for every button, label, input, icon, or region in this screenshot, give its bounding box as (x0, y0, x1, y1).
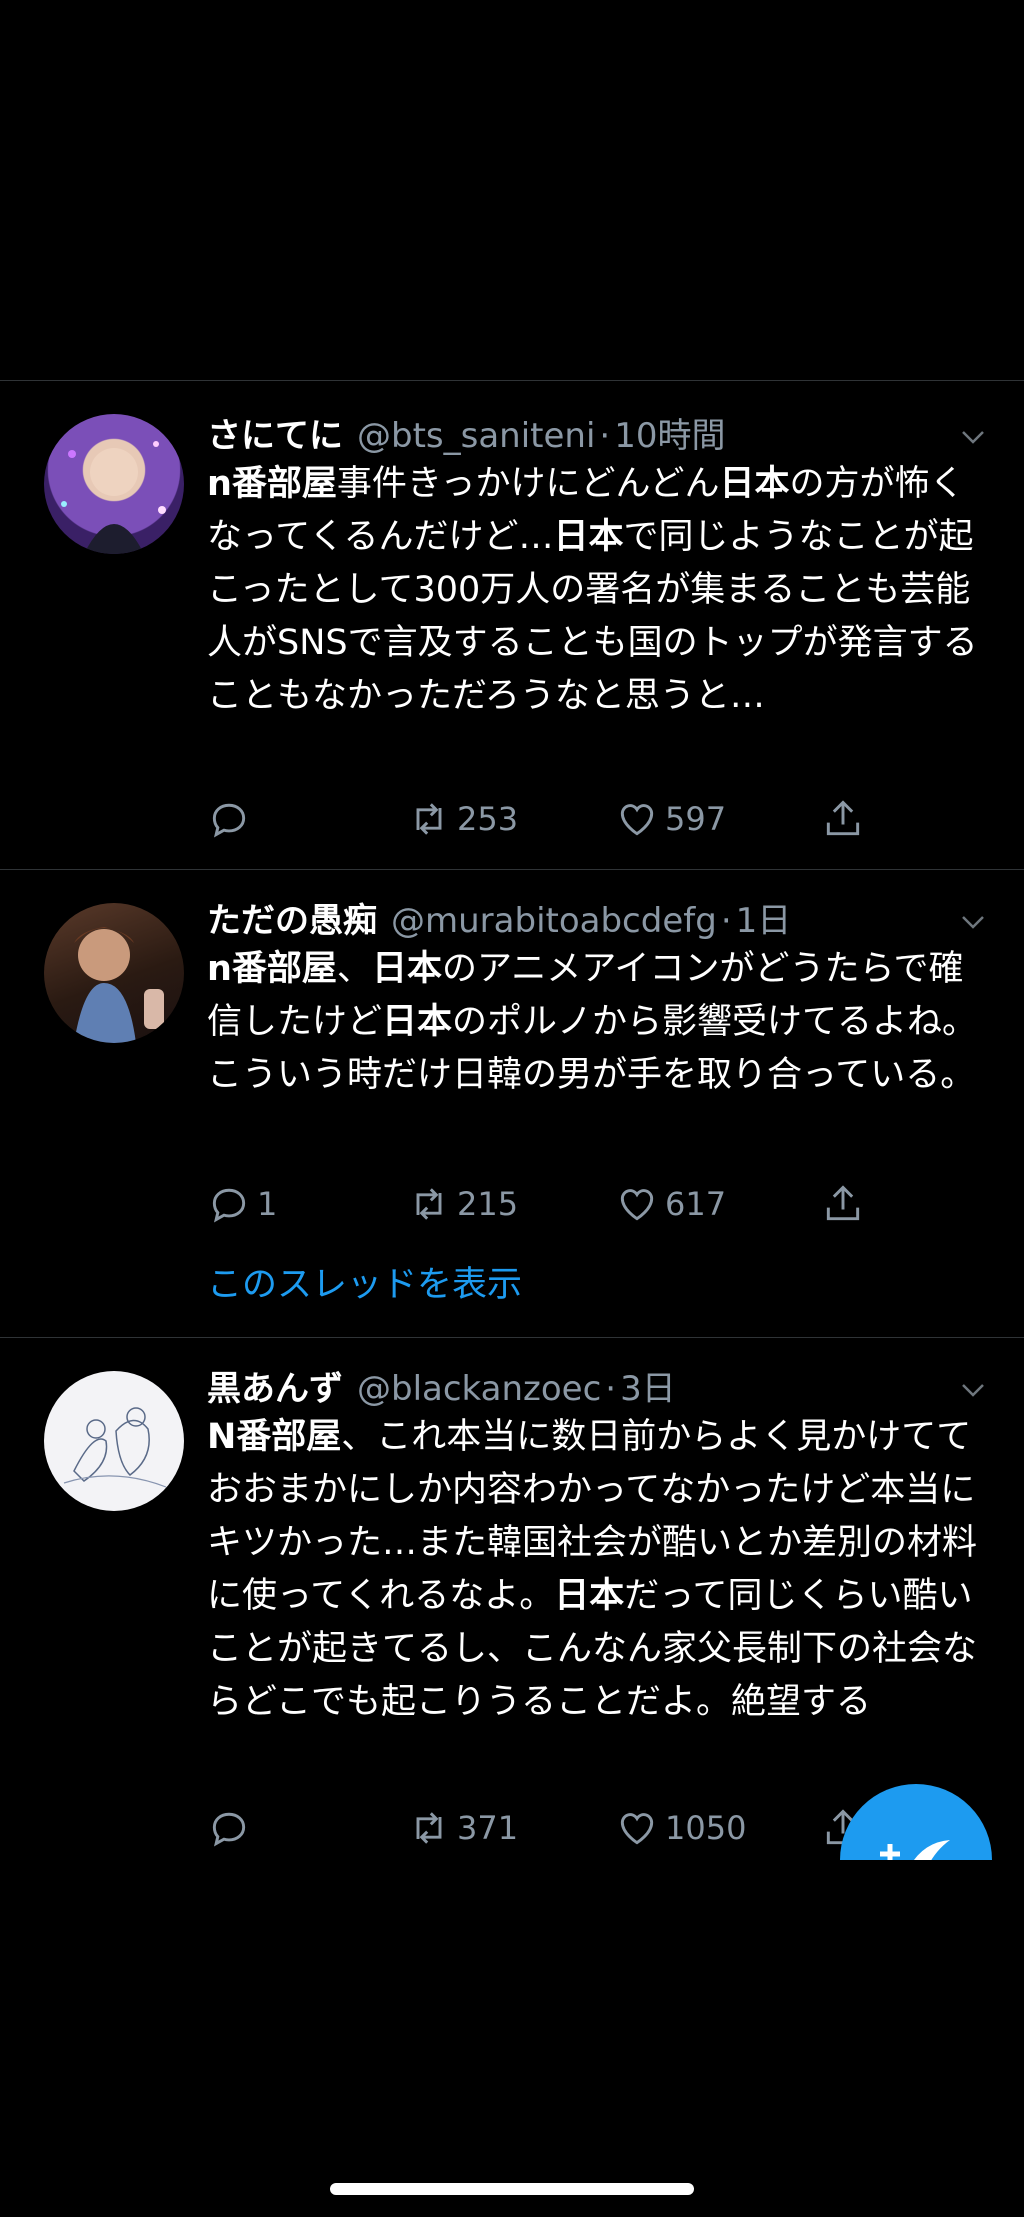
highlighted-keyword: 日本 (719, 464, 790, 504)
reply-button[interactable] (207, 794, 257, 844)
tweet-actions: 1 215 617 (207, 1179, 897, 1229)
avatar[interactable] (44, 1371, 184, 1511)
like-icon (620, 1813, 654, 1845)
retweet-icon (416, 803, 442, 835)
like-count: 597 (665, 800, 727, 838)
retweet-icon (416, 1812, 442, 1844)
retweet-count: 253 (457, 800, 519, 838)
tweet-text-segment: 、 (336, 949, 372, 989)
reply-icon (212, 1188, 246, 1223)
show-thread-link[interactable]: このスレッドを表示 (207, 1256, 522, 1307)
tweet[interactable]: さにてに @bts_saniteni · 10時間 n番部屋事件きっかけにどんど… (0, 380, 1024, 869)
avatar-image (61, 441, 166, 554)
display-name[interactable]: ただの愚痴 (207, 893, 377, 942)
tweet-actions: 253 597 (207, 794, 897, 844)
like-button[interactable]: 597 (615, 794, 726, 844)
retweet-button[interactable]: 253 (407, 794, 518, 844)
reply-icon (212, 1812, 246, 1847)
like-button[interactable]: 1050 (615, 1803, 746, 1853)
retweet-button[interactable]: 371 (407, 1803, 518, 1853)
tweet[interactable]: ただの愚痴 @murabitoabcdefg · 1日 n番部屋、日本のアニメア… (0, 869, 1024, 1337)
display-name[interactable]: 黒あんず (207, 1361, 343, 1410)
highlighted-keyword: 日本 (371, 949, 442, 989)
tweet-header: ただの愚痴 @murabitoabcdefg · 1日 (207, 893, 984, 942)
reply-button[interactable] (207, 1803, 257, 1853)
like-icon (620, 804, 654, 836)
separator-dot: · (599, 416, 611, 456)
bottom-empty-area (0, 1860, 1024, 2217)
like-button[interactable]: 617 (615, 1179, 726, 1229)
highlighted-keyword: N番部屋 (207, 1417, 342, 1457)
highlighted-keyword: n番部屋 (207, 949, 337, 989)
tweet-text: n番部屋事件きっかけにどんどん日本の方が怖くなってくるんだけど…日本で同じような… (207, 458, 987, 723)
share-button[interactable] (821, 794, 865, 844)
like-icon (620, 1189, 654, 1221)
tweet-actions: 371 1050 (207, 1803, 897, 1853)
tweet-text: n番部屋、日本のアニメアイコンがどうたらで確信したけど日本のポルノから影響受けて… (207, 943, 987, 1102)
highlighted-keyword: 日本 (554, 1576, 625, 1616)
tweet-text: N番部屋、これ本当に数日前からよく見かけてておおまかにしか内容わかってなかったけ… (207, 1411, 987, 1729)
user-handle[interactable]: @blackanzoec (357, 1369, 601, 1409)
home-indicator[interactable] (330, 2183, 694, 2195)
highlighted-keyword: 日本 (553, 517, 624, 557)
highlighted-keyword: n番部屋 (207, 464, 337, 504)
user-handle[interactable]: @murabitoabcdefg (391, 901, 717, 941)
chevron-down-icon[interactable] (960, 424, 986, 450)
tweet-text-segment: 事件きっかけにどんどん (336, 464, 720, 504)
timestamp[interactable]: 10時間 (614, 408, 725, 457)
avatar-image (74, 927, 164, 1043)
tweet-header: さにてに @bts_saniteni · 10時間 (207, 408, 984, 457)
retweet-button[interactable]: 215 (407, 1179, 518, 1229)
retweet-icon (416, 1188, 442, 1220)
timestamp[interactable]: 3日 (620, 1361, 676, 1410)
display-name[interactable]: さにてに (207, 408, 343, 457)
separator-dot: · (605, 1369, 617, 1409)
user-handle[interactable]: @bts_saniteni (357, 416, 595, 456)
like-count: 617 (665, 1185, 727, 1223)
reply-count: 1 (257, 1185, 278, 1223)
highlighted-keyword: 日本 (382, 1002, 453, 1042)
like-count: 1050 (665, 1809, 747, 1847)
avatar-image (63, 1407, 167, 1488)
retweet-count: 215 (457, 1185, 519, 1223)
share-icon (826, 1185, 860, 1221)
share-button[interactable] (821, 1179, 865, 1229)
avatar[interactable] (44, 903, 184, 1043)
share-icon (826, 800, 860, 836)
avatar[interactable] (44, 414, 184, 554)
chevron-down-icon[interactable] (960, 909, 986, 935)
chevron-down-icon[interactable] (960, 1377, 986, 1403)
timestamp[interactable]: 1日 (736, 893, 792, 942)
reply-button[interactable]: 1 (207, 1179, 277, 1229)
top-empty-area (0, 0, 1024, 380)
retweet-count: 371 (457, 1809, 519, 1847)
tweet-header: 黒あんず @blackanzoec · 3日 (207, 1361, 984, 1410)
reply-icon (212, 803, 246, 838)
separator-dot: · (720, 901, 732, 941)
